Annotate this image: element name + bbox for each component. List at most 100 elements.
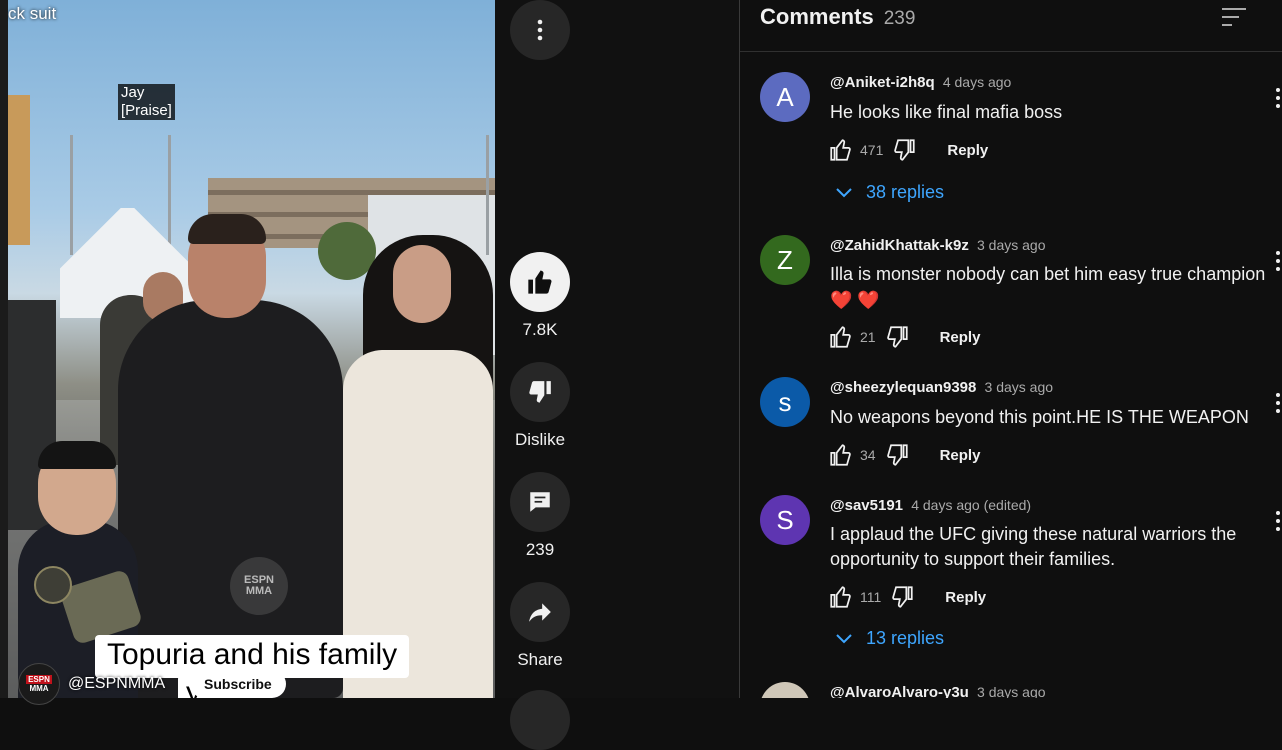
thumbs-down-outline-icon[interactable]	[884, 442, 910, 468]
thumbs-down-outline-icon[interactable]	[884, 324, 910, 350]
comment-actions: 471 Reply	[828, 135, 988, 165]
comments-button[interactable]	[510, 472, 570, 532]
comments-count: 239	[525, 540, 555, 559]
comment-menu-icon[interactable]	[1276, 393, 1282, 417]
thumbs-down-outline-icon[interactable]	[889, 584, 915, 610]
action-column: 7.8K Dislike 239 Share	[495, 0, 739, 750]
comment-meta: @ZahidKhattak-k9z 3 days ago	[830, 237, 1046, 254]
thumbs-up-outline-icon[interactable]	[828, 137, 854, 163]
reply-button[interactable]: Reply	[940, 329, 981, 346]
comment-actions: 21 Reply	[828, 322, 980, 352]
comment-menu-icon[interactable]	[1276, 511, 1282, 535]
speaker-caption-name: Jay	[121, 84, 145, 101]
light-pole	[70, 135, 73, 255]
speaker-caption: Jay [Praise]	[118, 84, 175, 120]
channel-avatar-bottom: MMA	[29, 684, 49, 693]
thumbs-up-outline-icon[interactable]	[828, 442, 854, 468]
more-vert-icon	[537, 19, 543, 41]
avatar[interactable]: s	[760, 377, 810, 427]
comment-author[interactable]: @AlvaroAlvaro-y3u	[830, 684, 969, 698]
comment-icon	[530, 492, 550, 512]
channel-info[interactable]: ESPN MMA @ESPNMMA	[18, 663, 165, 705]
light-pole	[168, 135, 171, 255]
dislike-label: Dislike	[514, 430, 566, 449]
chevron-down-icon	[836, 187, 852, 197]
share-label: Share	[517, 650, 563, 669]
comment-text: He looks like final mafia boss	[830, 102, 1063, 122]
avatar[interactable]	[760, 682, 810, 698]
man-hair	[188, 214, 266, 244]
comment-time[interactable]: 3 days ago	[977, 237, 1046, 253]
like-count: 7.8K	[522, 320, 558, 339]
channel-name[interactable]: @ESPNMMA	[68, 675, 165, 693]
remix-button[interactable]	[510, 690, 570, 750]
thumbs-up-outline-icon[interactable]	[828, 324, 854, 350]
comment-text-line-2: ❤️ ❤️	[830, 290, 880, 310]
reply-button[interactable]: Reply	[945, 589, 986, 606]
video-top-caption: ck suit	[8, 4, 57, 23]
dislike-button[interactable]	[510, 362, 570, 422]
comment-text-line-2: opportunity to support their families.	[830, 549, 1116, 569]
like-count: 34	[860, 447, 876, 463]
subscribe-button[interactable]: Subscribe	[190, 670, 286, 698]
view-replies-button[interactable]: 13 replies	[836, 628, 944, 649]
chevron-down-icon	[836, 633, 852, 643]
comment-time[interactable]: 4 days ago (edited)	[911, 497, 1031, 513]
comments-total: 239	[883, 8, 916, 29]
channel-avatar[interactable]: ESPN MMA	[18, 663, 60, 705]
avatar[interactable]: Z	[760, 235, 810, 285]
comment-time[interactable]: 3 days ago	[977, 684, 1046, 698]
like-count: 21	[860, 329, 876, 345]
share-icon	[529, 603, 551, 622]
comments-header: Comments 239	[760, 4, 915, 30]
view-replies-button[interactable]: 38 replies	[836, 182, 944, 203]
comment-author[interactable]: @sav5191	[830, 497, 903, 514]
like-count: 111	[860, 589, 882, 605]
more-options-button[interactable]	[510, 0, 570, 60]
comment-author[interactable]: @Aniket-i2h8q	[830, 74, 935, 91]
reply-button[interactable]: Reply	[940, 447, 981, 464]
share-button[interactable]	[510, 582, 570, 642]
comment-text: Illa is monster nobody can bet him easy …	[830, 264, 1266, 284]
comment-time[interactable]: 3 days ago	[985, 379, 1054, 395]
comment-meta: @AlvaroAlvaro-y3u 3 days ago	[830, 684, 1046, 698]
espn-mma-watermark: ESPN MMA	[230, 557, 288, 615]
left-edge	[0, 0, 8, 698]
thumbs-down-outline-icon[interactable]	[891, 137, 917, 163]
boy-hair	[38, 441, 116, 469]
comment-meta: @sheezylequan9398 3 days ago	[830, 379, 1053, 396]
woman-head	[393, 245, 451, 323]
sort-icon[interactable]	[1220, 6, 1248, 28]
speaker-caption-note: [Praise]	[121, 102, 172, 119]
light-pole	[486, 135, 489, 255]
thumbs-up-icon	[528, 270, 552, 294]
comment-meta: @sav5191 4 days ago (edited)	[830, 497, 1031, 514]
avatar[interactable]: S	[760, 495, 810, 545]
comment-actions: 34 Reply	[828, 440, 980, 470]
reply-button[interactable]: Reply	[947, 142, 988, 159]
replies-count: 13 replies	[866, 628, 945, 648]
comment-text: No weapons beyond this point.HE IS THE W…	[830, 407, 1249, 427]
comment-author[interactable]: @ZahidKhattak-k9z	[830, 237, 969, 254]
like-count: 471	[860, 142, 884, 158]
thumbs-down-icon	[529, 381, 551, 403]
comment-meta: @Aniket-i2h8q 4 days ago	[830, 74, 1011, 91]
badge	[34, 566, 72, 604]
avatar[interactable]: A	[760, 72, 810, 122]
comment-menu-icon[interactable]	[1276, 88, 1282, 112]
replies-count: 38 replies	[866, 182, 945, 202]
video-player[interactable]: ESPN MMA ck suit Jay [Praise] y 🔥 Topuri…	[8, 0, 495, 698]
comment-menu-icon[interactable]	[1276, 251, 1282, 275]
thumbs-up-outline-icon[interactable]	[828, 584, 854, 610]
background-building	[8, 95, 30, 245]
channel-avatar-top: ESPN	[26, 675, 52, 684]
comment-author[interactable]: @sheezylequan9398	[830, 379, 976, 396]
comment-text: I applaud the UFC giving these natural w…	[830, 524, 1237, 544]
comment-time[interactable]: 4 days ago	[943, 74, 1012, 90]
comment-actions: 111 Reply	[828, 582, 986, 612]
comments-panel: Comments 239 A @Aniket-i2h8q 4 days ago …	[740, 0, 1282, 698]
comments-title: Comments	[760, 4, 874, 29]
like-button[interactable]	[510, 252, 570, 312]
watermark-text-2: MMA	[245, 585, 273, 597]
header-divider	[740, 51, 1282, 52]
